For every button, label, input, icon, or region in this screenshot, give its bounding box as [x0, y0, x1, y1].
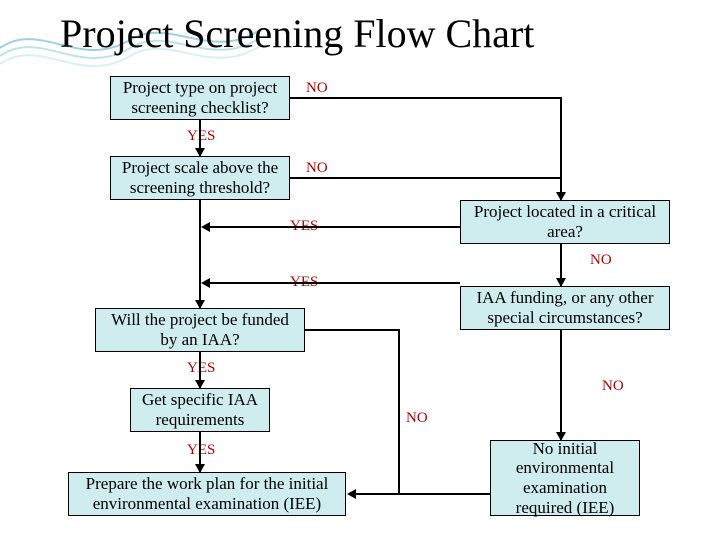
- arrow-head: [556, 278, 566, 287]
- node-iaa-req: Get specific IAA requirements: [130, 388, 270, 432]
- arrow: [356, 493, 490, 495]
- arrow-head: [195, 148, 205, 157]
- label-no-3: NO: [590, 252, 612, 269]
- label-yes-1: YES: [187, 128, 215, 145]
- label-yes-4: YES: [187, 442, 215, 459]
- label-no-1: NO: [306, 80, 328, 97]
- label-no-4: NO: [602, 378, 624, 395]
- label-no-2: NO: [306, 160, 328, 177]
- node-prepare-iee: Prepare the work plan for the initial en…: [68, 472, 346, 516]
- page-title: Project Screening Flow Chart: [60, 10, 534, 57]
- arrow: [398, 329, 400, 494]
- arrow: [199, 200, 201, 308]
- arrow: [210, 282, 460, 284]
- arrow-head: [347, 489, 356, 499]
- node-critical-area: Project located in a critical area?: [460, 200, 670, 244]
- arrow-head: [201, 278, 210, 288]
- label-no-5: NO: [406, 410, 428, 427]
- arrow: [305, 329, 400, 331]
- arrow-head: [195, 300, 205, 309]
- node-no-iee: No initial environmental examination req…: [490, 440, 640, 516]
- arrow: [560, 330, 562, 440]
- arrow-head: [195, 380, 205, 389]
- node-iaa-funding: IAA funding, or any other special circum…: [460, 286, 670, 330]
- arrow-head: [201, 222, 210, 232]
- node-iaa-funded: Will the project be funded by an IAA?: [95, 308, 305, 352]
- arrow-head: [556, 432, 566, 441]
- arrow: [290, 97, 562, 99]
- arrow: [560, 97, 562, 200]
- node-threshold: Project scale above the screening thresh…: [110, 156, 290, 200]
- arrow-head: [195, 464, 205, 473]
- arrow: [290, 177, 562, 179]
- label-yes-3: YES: [187, 360, 215, 377]
- node-checklist: Project type on project screening checkl…: [110, 76, 290, 120]
- arrow: [210, 226, 460, 228]
- arrow-head: [556, 192, 566, 201]
